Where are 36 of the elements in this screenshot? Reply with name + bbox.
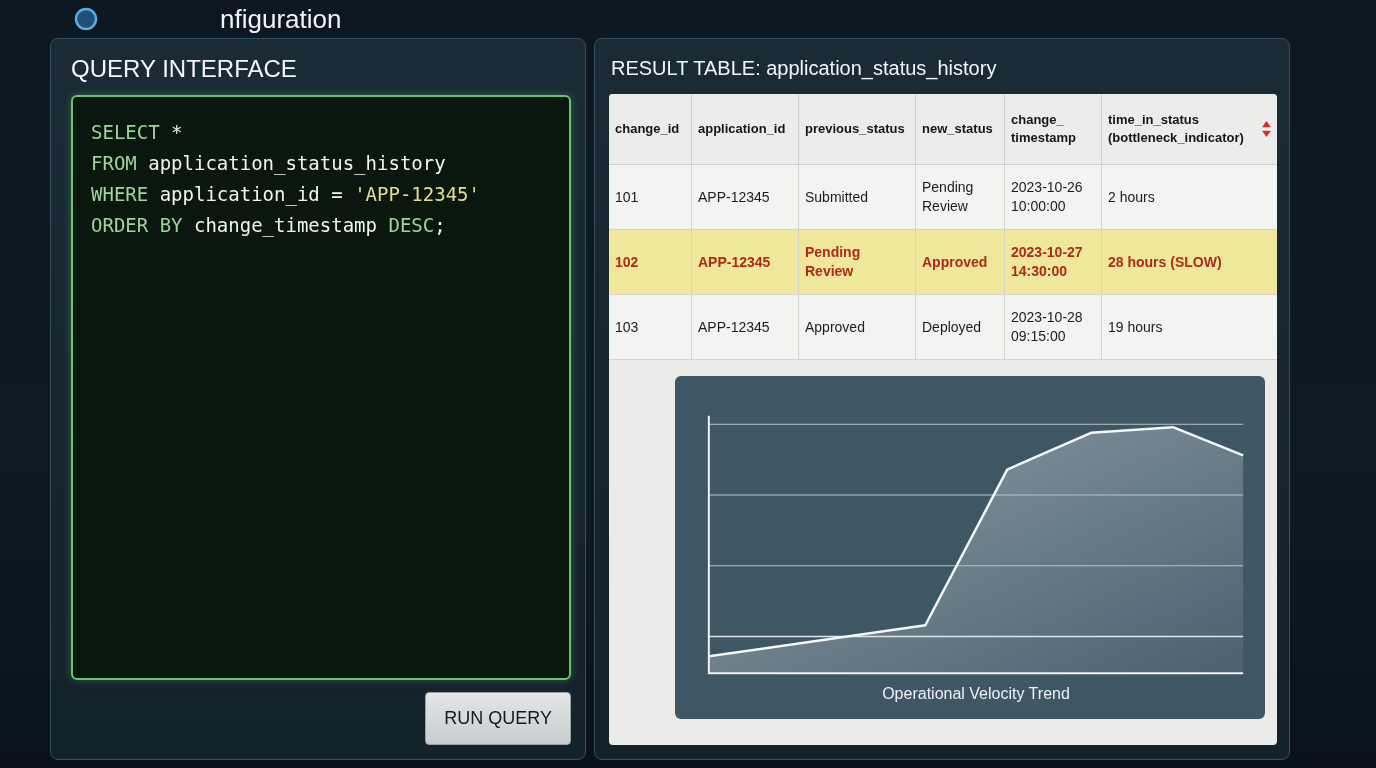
table-cell: 2023-10-28 09:15:00 (1004, 294, 1102, 360)
column-header: new_status (922, 120, 993, 138)
panel-title: RESULT TABLE: application_status_history (611, 57, 998, 80)
column-header[interactable]: time_in_status (bottleneck_indicator) (1108, 111, 1258, 147)
table-cell: 101 (609, 164, 692, 230)
table-cell: 19 hours (1101, 294, 1277, 360)
column-header: previous_status (805, 120, 905, 138)
code-editor[interactable]: SELECT * FROM application_status_history WHERE application_id = 'APP-12345' ORDER BY change_timestamp DESC; (71, 95, 571, 680)
table-cell: Pending Review (798, 229, 916, 295)
code-line: ORDER BY change_timestamp DESC; (91, 213, 446, 239)
table-cell: APP-12345 (691, 164, 799, 230)
app-title: nfiguration (220, 3, 342, 35)
code-line: FROM application_status_history (91, 151, 446, 177)
column-header: change_id (615, 120, 680, 138)
table-cell: Submitted (798, 164, 916, 230)
table-cell: 2 hours (1101, 164, 1277, 230)
chart-caption: Operational Velocity Trend (882, 685, 1070, 703)
table-cell: APP-12345 (691, 294, 799, 360)
circle-icon (74, 7, 98, 31)
column-header: change_timestamp (1011, 111, 1078, 147)
table-cell: Deployed (915, 294, 1005, 360)
table-cell: 28 hours (SLOW) (1101, 229, 1277, 295)
code-line: WHERE application_id = 'APP-12345' (91, 182, 480, 208)
table-cell: Approved (915, 229, 1005, 295)
run-query-button[interactable]: RUN QUERY (425, 692, 571, 745)
panel-title: QUERY INTERFACE (71, 55, 298, 83)
table-cell: 2023-10-27 14:30:00 (1004, 229, 1102, 295)
table-cell: APP-12345 (691, 229, 799, 295)
column-header: application_id (698, 120, 786, 138)
table-cell: 2023-10-26 10:00:00 (1004, 164, 1102, 230)
table-cell: 103 (609, 294, 692, 360)
table-cell: 102 (609, 229, 692, 295)
table-cell: Approved (798, 294, 916, 360)
code-line: SELECT * (91, 120, 183, 145)
table-cell: Pending Review (915, 164, 1005, 230)
sort-icon[interactable] (1262, 121, 1271, 137)
